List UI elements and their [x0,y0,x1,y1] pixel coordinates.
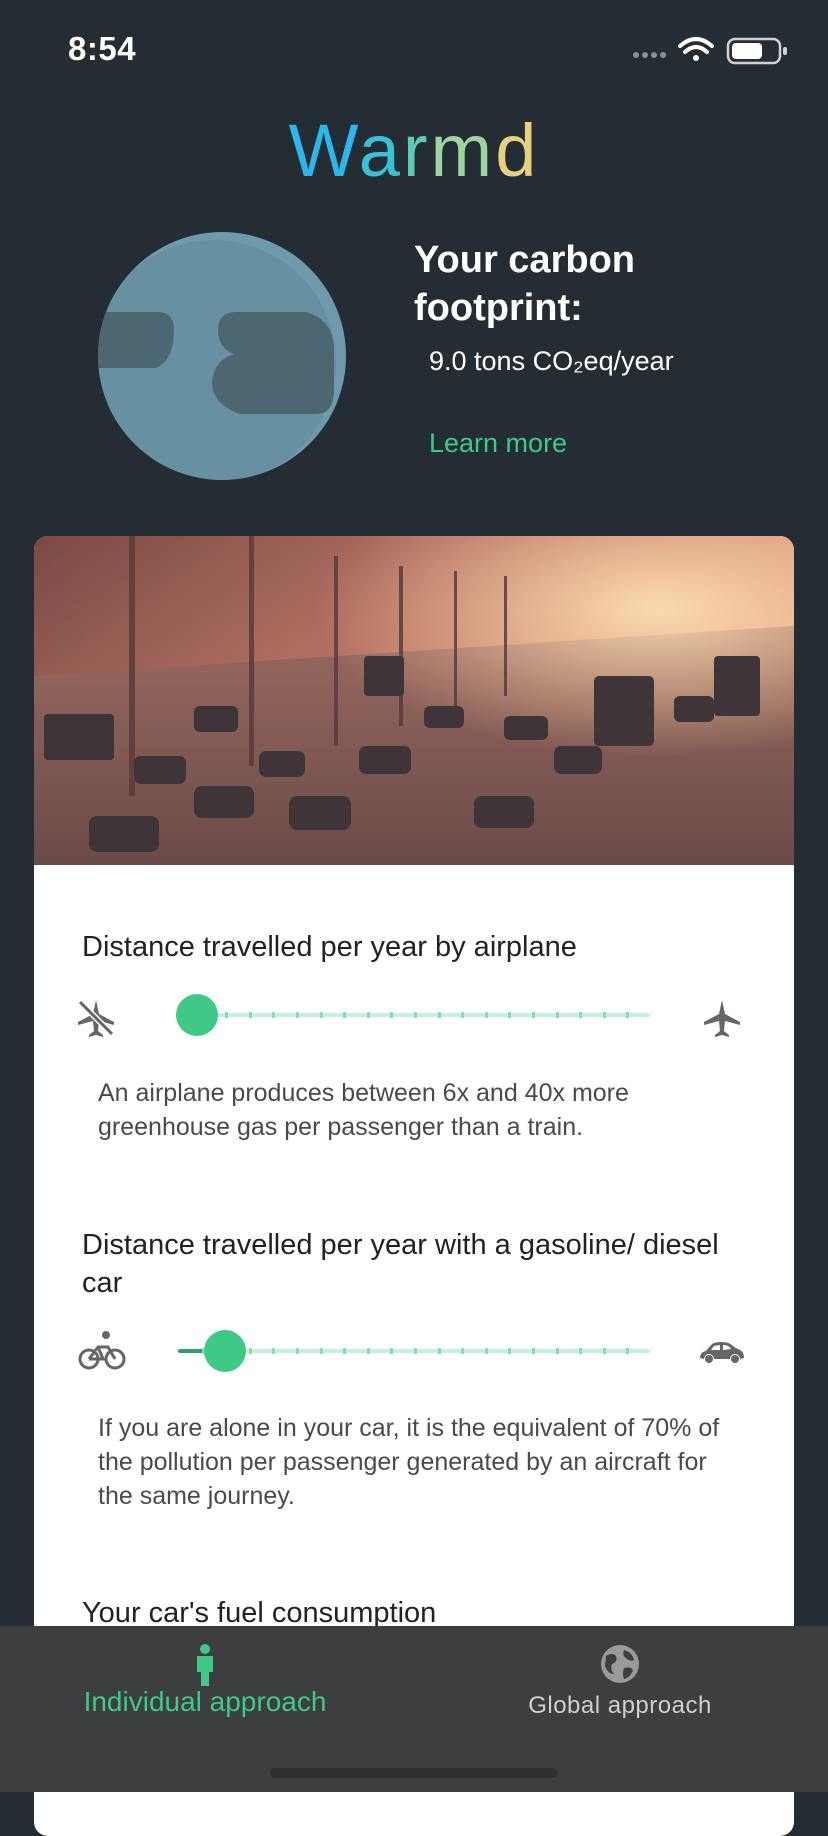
slider-step-dot [579,1348,583,1354]
slider-step-dot [272,1012,276,1018]
learn-more-link[interactable]: Learn more [429,428,567,459]
slider-step-dot [532,1012,535,1018]
status-icons [633,37,787,65]
logo-letter: d [495,109,540,192]
battery-icon [726,37,787,65]
slider-step-dot [626,1012,630,1018]
slider-step-dot [437,1348,441,1354]
car-note: If you are alone in your car, it is the … [98,1414,720,1510]
slider-step-dot [508,1348,512,1354]
slider-step-dot [390,1012,394,1018]
logo-letter: r [402,109,431,192]
slider-thumb[interactable] [204,1330,247,1372]
car-distance-label: Distance travelled per year with a gasol… [82,1229,719,1299]
slider-step-dot [602,1012,606,1018]
tab-global-approach[interactable]: Global approach [470,1626,770,1746]
footprint-value: 9.0 tons CO₂eq/year [429,346,674,376]
slider-step-dot [296,1012,299,1018]
slider-step-dot [248,1012,252,1018]
slider-step-dot [555,1348,559,1354]
slider-step-dot [296,1348,299,1354]
status-bar: 8:54 [0,0,828,100]
slider-step-dot [272,1348,276,1354]
slider-step-dot [343,1348,347,1354]
slider-step-dot [461,1012,465,1018]
airplane-note: An airplane produces between 6x and 40x … [98,1079,629,1141]
earth-illustration [98,232,346,480]
globe-icon [601,1645,639,1683]
slider-step-dot [508,1012,512,1018]
slider-step-dot [319,1348,323,1354]
home-indicator [270,1768,558,1778]
car-icon [700,1342,744,1363]
slider-step-dot [319,1012,323,1018]
slider-step-dot [532,1348,535,1354]
footprint-title: Your carbon footprint: [414,239,635,329]
slider-thumb[interactable] [175,994,218,1036]
person-icon [197,1644,213,1686]
airplane-icon [704,1000,740,1037]
bicycle-icon [78,1331,126,1370]
slider-step-dot [366,1012,370,1018]
traffic-hero-image [34,536,794,865]
slider-step-dot [461,1348,465,1354]
status-time: 8:54 [68,30,137,67]
app-logo: Warmd [0,108,828,193]
slider-step-dot [602,1348,606,1354]
tab-label: Global approach [528,1692,712,1719]
airplane-distance-slider[interactable] [175,994,650,1036]
logo-letter: a [358,109,403,192]
slider-step-dot [225,1012,229,1018]
wifi-icon [678,37,714,61]
slider-step-dot [414,1348,417,1354]
slider-step-dot [579,1012,583,1018]
slider-step-dot [484,1012,488,1018]
logo-letter: m [430,109,496,192]
tab-individual-approach[interactable]: Individual approach [50,1626,360,1746]
cellular-signal-icon [633,52,666,58]
slider-step-dot [366,1348,370,1354]
slider-step-dot [248,1348,252,1354]
slider-step-dot [390,1348,394,1354]
slider-step-dot [414,1012,417,1018]
slider-step-dot [626,1348,630,1354]
logo-letter: W [288,109,359,192]
no-airplane-icon [77,999,115,1037]
car-distance-slider[interactable] [178,1330,650,1372]
slider-step-dot [437,1012,441,1018]
airplane-distance-label: Distance travelled per year by airplane [82,931,577,963]
slider-step-dot [484,1348,488,1354]
slider-step-dot [555,1012,559,1018]
slider-step-dot [343,1012,347,1018]
tab-label: Individual approach [83,1686,327,1717]
